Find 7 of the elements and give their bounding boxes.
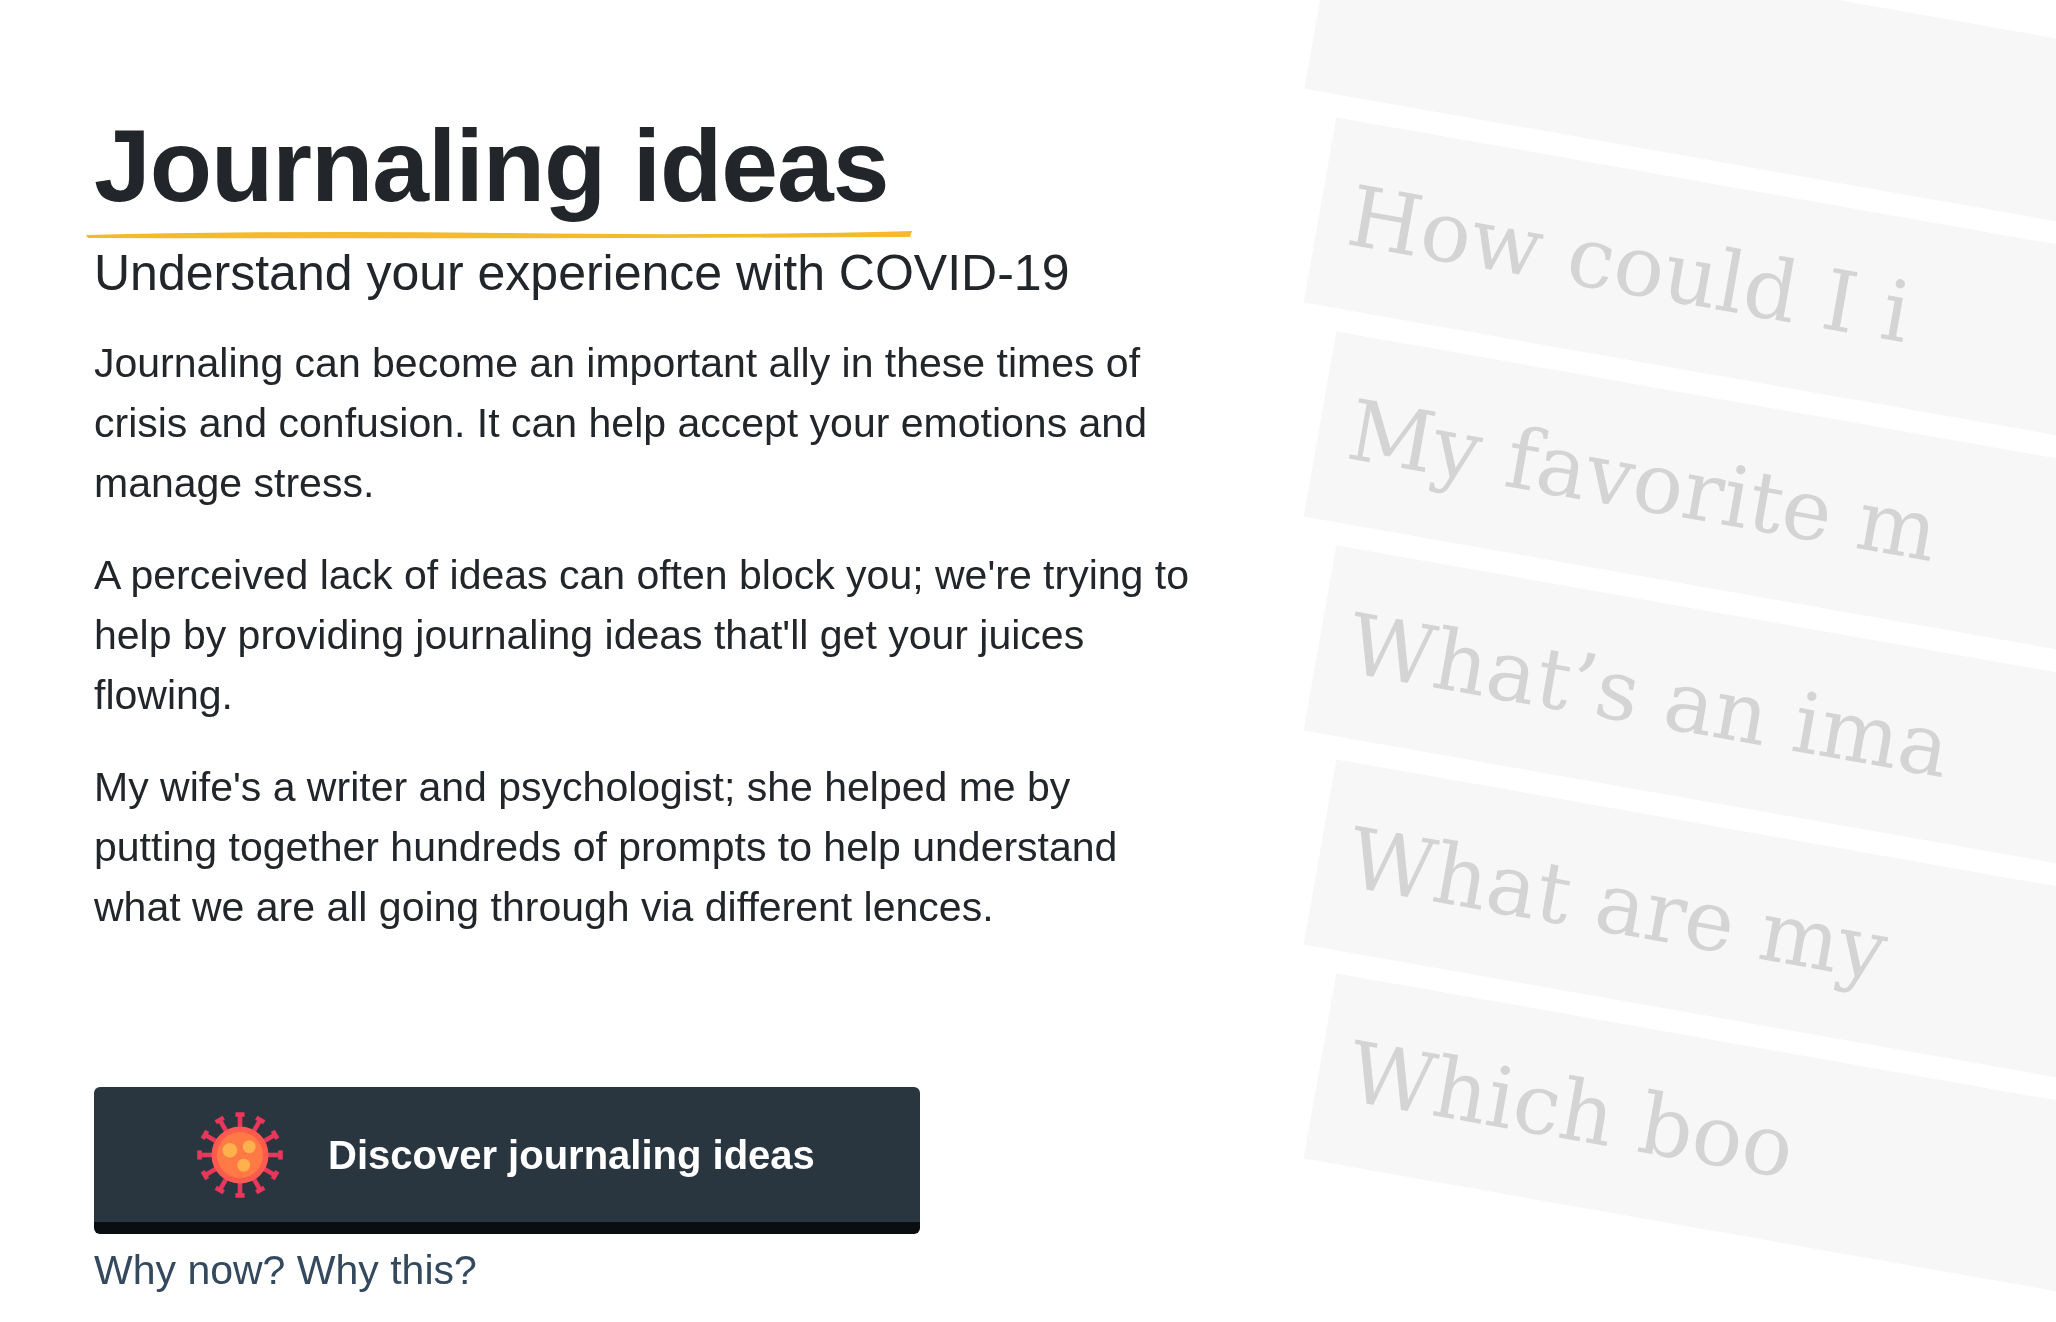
body-paragraph: My wife's a writer and psychologist; she helped me by putting together hundreds of prompts to help understand what we are all going through via different lences.	[94, 763, 1119, 933]
discover-button[interactable]: Discover journaling ideas	[94, 1087, 920, 1235]
page-title: Journaling ideas	[94, 108, 890, 225]
why-link[interactable]: Why now? Why this?	[94, 1240, 477, 1302]
body-paragraph: Journaling can become an important ally in these times of crisis and confusion. It can help accept your emotions and manage stress.	[94, 339, 1148, 509]
subtitle: Understand your experience with COVID-19	[94, 244, 1071, 304]
body-paragraph: A perceived lack of ideas can often block you; we're trying to help by providing journaling ideas that'll get your juices flowing.	[94, 551, 1190, 721]
